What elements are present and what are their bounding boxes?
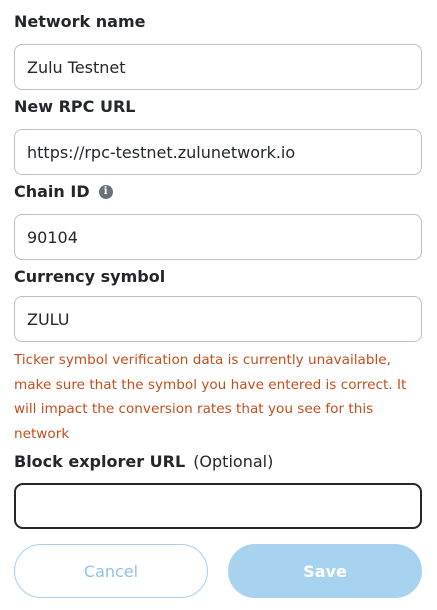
save-button-label: Save [303, 561, 347, 581]
rpc-url-input[interactable]: https://rpc-testnet.zulunetwork.io [14, 129, 422, 175]
currency-symbol-label-text: Currency symbol [14, 267, 166, 286]
block-explorer-label: Block explorer URL (Optional) [14, 452, 273, 471]
chain-id-label: Chain ID i [14, 182, 113, 201]
rpc-url-value: https://rpc-testnet.zulunetwork.io [27, 142, 296, 162]
network-name-label: Network name [14, 12, 145, 31]
rpc-url-label-text: New RPC URL [14, 97, 136, 116]
info-icon[interactable]: i [98, 184, 113, 199]
optional-tag: (Optional) [193, 452, 274, 471]
currency-symbol-value: ZULU [27, 309, 70, 329]
block-explorer-input[interactable] [14, 483, 422, 529]
network-name-input[interactable]: Zulu Testnet [14, 44, 422, 90]
chain-id-input[interactable]: 90104 [14, 214, 422, 260]
chain-id-label-text: Chain ID [14, 182, 90, 201]
block-explorer-label-text: Block explorer URL [14, 452, 186, 471]
rpc-url-label: New RPC URL [14, 97, 135, 116]
ticker-warning-text: Ticker symbol verification data is curre… [14, 352, 407, 442]
save-button[interactable]: Save [228, 544, 422, 598]
currency-symbol-input[interactable]: ZULU [14, 296, 422, 342]
cancel-button[interactable]: Cancel [14, 544, 208, 598]
currency-symbol-label: Currency symbol [14, 267, 165, 286]
chain-id-value: 90104 [27, 227, 78, 247]
cancel-button-label: Cancel [83, 561, 139, 581]
network-name-value: Zulu Testnet [27, 57, 126, 77]
network-name-label-text: Network name [14, 12, 146, 31]
